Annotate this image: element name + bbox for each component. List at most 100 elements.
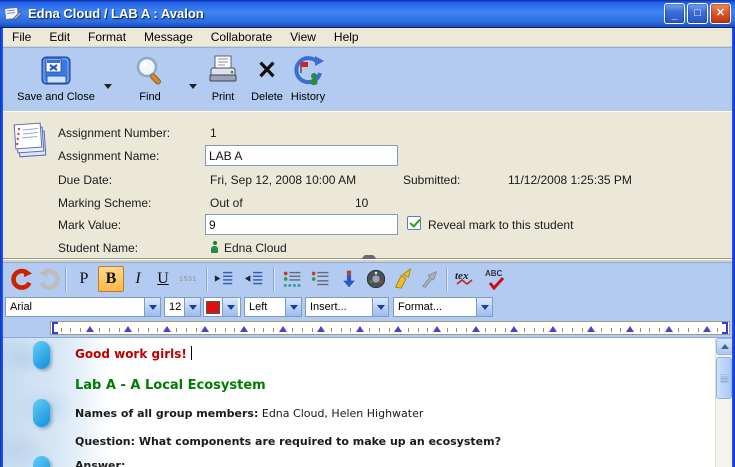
ruler-tick <box>524 328 525 332</box>
assignment-notes-icon <box>11 120 51 162</box>
document-body[interactable]: Good work girls! Lab A - A Local Ecosyst… <box>3 337 732 467</box>
ruler-tick <box>302 328 303 332</box>
move-down-button[interactable] <box>336 266 362 292</box>
font-color-select[interactable] <box>203 297 241 317</box>
italic-style-button[interactable]: I <box>125 266 151 292</box>
ruler-tick <box>447 328 448 332</box>
indent-decrease-button[interactable] <box>241 266 267 292</box>
menu-help[interactable]: Help <box>325 28 368 46</box>
save-and-close-dropdown-arrow[interactable] <box>104 84 112 89</box>
assignment-name-input[interactable] <box>205 145 398 166</box>
ruler-tab-marker <box>86 326 94 332</box>
alignment-select[interactable]: Left <box>244 297 302 317</box>
chevron-down-icon[interactable] <box>222 298 238 316</box>
ruler[interactable] <box>50 321 730 335</box>
ruler-tab-marker <box>317 326 325 332</box>
redo-icon <box>38 268 60 290</box>
ruler-tab-marker <box>394 326 402 332</box>
ruler-tab-marker <box>240 326 248 332</box>
indent-increase-button[interactable] <box>211 266 237 292</box>
paragraph-spacing-button[interactable] <box>280 266 306 292</box>
title-bar[interactable]: Edna Cloud / LAB A : Avalon _ □ ✕ <box>0 0 735 28</box>
signature-button[interactable]: tex <box>453 266 479 292</box>
down-arrow-icon <box>339 268 359 290</box>
ruler-tick <box>688 328 689 332</box>
scrollbar-thumb[interactable] <box>716 357 732 399</box>
fixed-font-button[interactable]: 1531 <box>175 266 201 292</box>
font-controls-row: Arial 12 Left Insert... Format... <box>3 294 732 319</box>
question-line: Question: What components are required t… <box>75 435 501 448</box>
chevron-down-icon[interactable] <box>476 298 492 316</box>
highlighter-button[interactable] <box>391 266 417 292</box>
menu-edit[interactable]: Edit <box>40 28 79 46</box>
assignment-number-value: 1 <box>210 126 217 140</box>
insert-menu-select[interactable]: Insert... <box>305 297 389 317</box>
delete-button[interactable]: ✕ Delete <box>246 52 288 103</box>
ruler-tick <box>485 328 486 332</box>
ruler-tick <box>312 328 313 332</box>
eyedropper-disabled-button[interactable] <box>417 266 443 292</box>
redo-button[interactable] <box>36 266 62 292</box>
ruler-tick <box>678 328 679 332</box>
message-window: Edna Cloud / LAB A : Avalon _ □ ✕ File E… <box>0 0 735 467</box>
format-menu-select[interactable]: Format... <box>393 297 493 317</box>
mark-value-label: Mark Value: <box>58 218 121 232</box>
underline-style-button[interactable]: U <box>150 266 176 292</box>
save-and-close-button[interactable]: Save and Close <box>11 52 101 103</box>
right-margin-marker[interactable] <box>722 322 728 334</box>
menu-format[interactable]: Format <box>79 28 135 46</box>
history-button[interactable]: History <box>287 52 329 103</box>
indent-increase-icon <box>213 268 235 290</box>
left-margin-marker[interactable] <box>52 322 58 334</box>
stationery-pill-decoration <box>33 341 50 369</box>
menu-message[interactable]: Message <box>135 28 202 46</box>
group-members-line: Names of all group members: Edna Cloud, … <box>75 407 423 420</box>
line-spacing-button[interactable] <box>308 266 334 292</box>
find-button[interactable]: Find <box>121 52 179 103</box>
chevron-down-icon[interactable] <box>285 298 301 316</box>
chevron-down-icon[interactable] <box>372 298 388 316</box>
font-name-select[interactable]: Arial <box>5 297 161 317</box>
student-name-value[interactable]: Edna Cloud <box>224 241 287 255</box>
ruler-tick <box>273 328 274 332</box>
group-members-value: Edna Cloud, Helen Highwater <box>258 407 423 420</box>
ruler-tick <box>640 328 641 332</box>
ruler-tick <box>138 328 139 332</box>
chevron-down-icon[interactable] <box>144 298 160 316</box>
ruler-tick <box>534 328 535 332</box>
spell-check-button[interactable]: ABC <box>483 266 509 292</box>
scroll-up-button[interactable] <box>716 338 732 355</box>
ruler-tick <box>70 328 71 332</box>
text-cursor <box>191 346 193 360</box>
ruler-tab-marker <box>124 326 132 332</box>
ruler-tick <box>331 328 332 332</box>
print-button[interactable]: Print <box>203 52 243 103</box>
ruler-tick <box>254 328 255 332</box>
minimize-button[interactable]: _ <box>664 3 685 24</box>
close-button[interactable]: ✕ <box>710 3 731 24</box>
save-and-close-icon <box>11 52 101 90</box>
maximize-button[interactable]: □ <box>687 3 708 24</box>
ruler-tick <box>341 328 342 332</box>
menu-collaborate[interactable]: Collaborate <box>202 28 281 46</box>
reveal-mark-checkbox[interactable] <box>407 216 421 230</box>
fixed-font-icon: 1531 <box>179 276 197 283</box>
menu-view[interactable]: View <box>281 28 325 46</box>
mark-value-input[interactable] <box>205 214 398 235</box>
ruler-tick <box>186 328 187 332</box>
ruler-tick <box>572 328 573 332</box>
menu-file[interactable]: File <box>3 28 40 46</box>
color-wheel-button[interactable] <box>363 266 389 292</box>
undo-button[interactable] <box>9 266 35 292</box>
font-size-select[interactable]: 12 <box>164 297 201 317</box>
find-dropdown-arrow[interactable] <box>189 84 197 89</box>
marking-scheme-value: Out of <box>210 196 243 210</box>
vertical-scrollbar[interactable] <box>715 338 732 467</box>
chevron-down-icon[interactable] <box>184 298 200 316</box>
plain-style-button[interactable]: P <box>71 266 97 292</box>
ruler-row <box>3 319 732 337</box>
ruler-tick <box>698 328 699 332</box>
bold-style-button[interactable]: B <box>98 266 124 292</box>
window-border-left <box>0 28 3 467</box>
window-note-icon <box>4 6 22 22</box>
